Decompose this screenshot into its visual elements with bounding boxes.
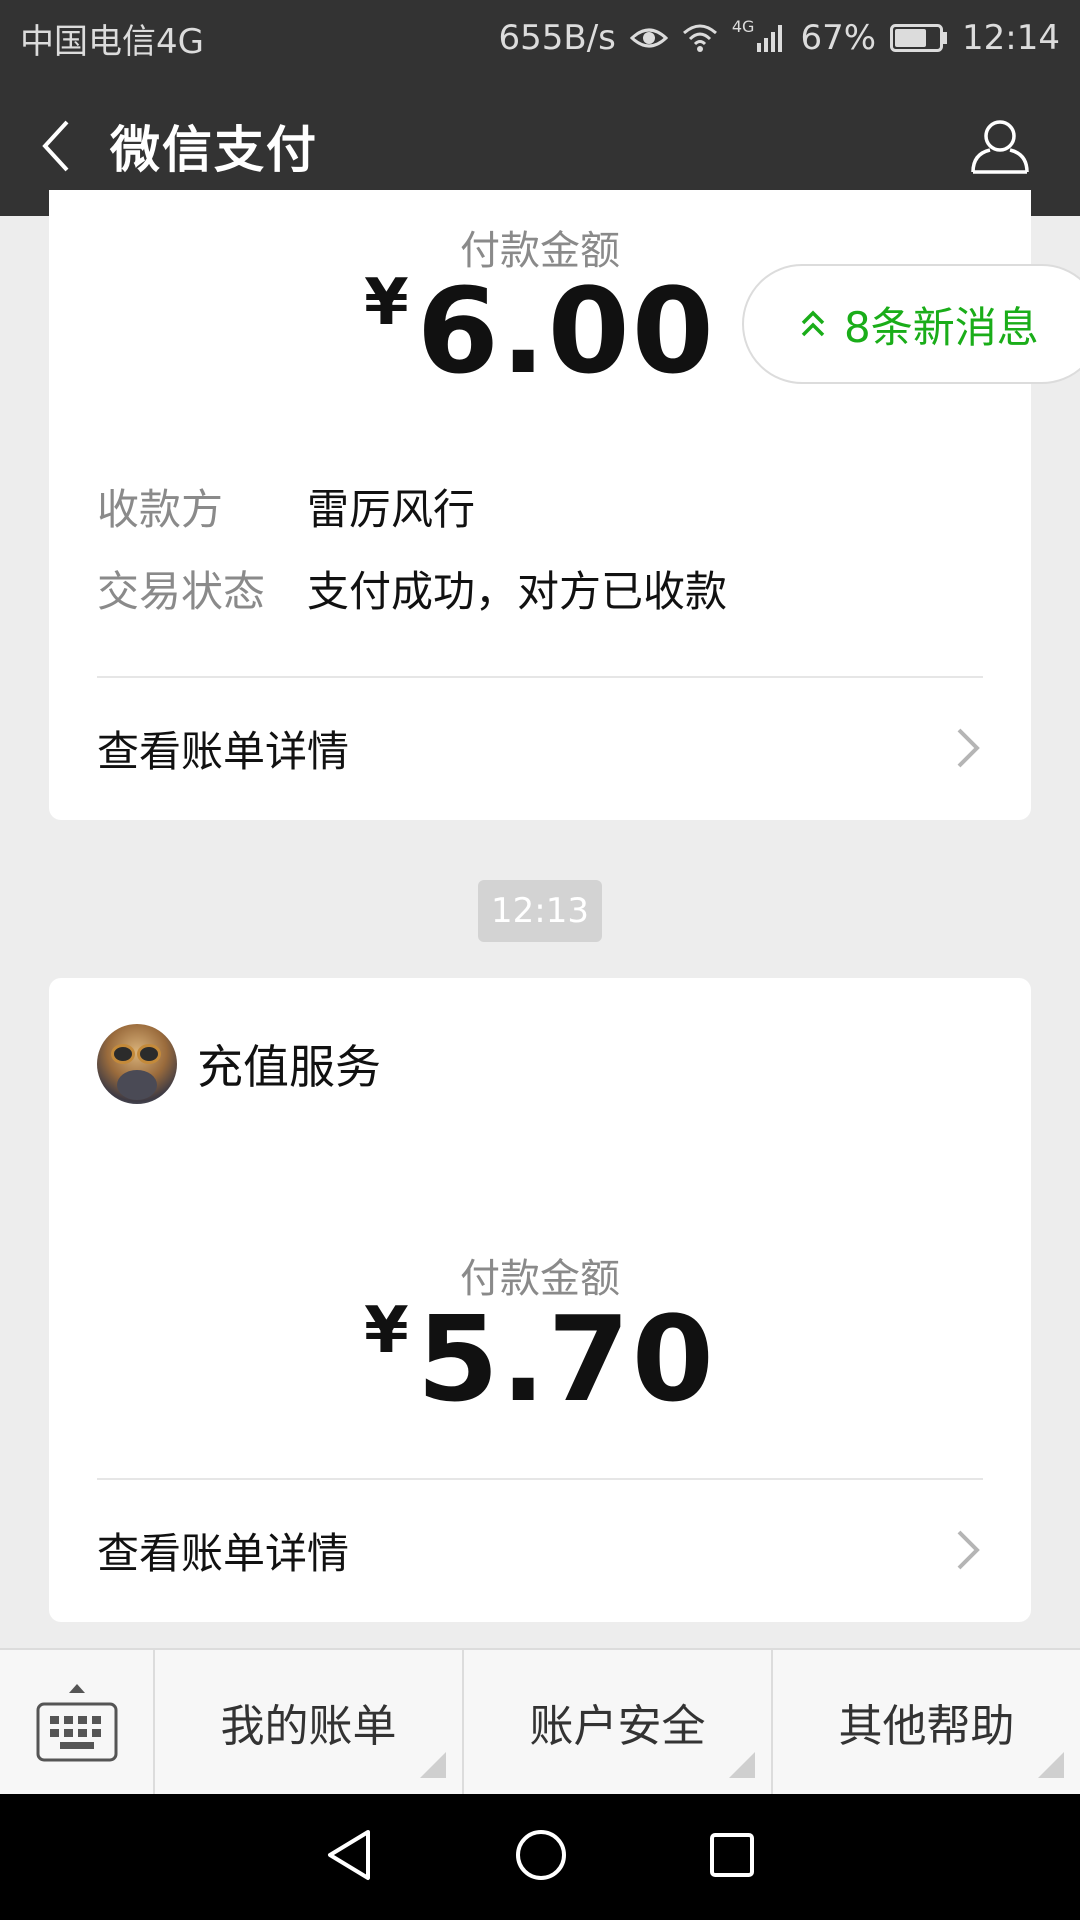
view-bill-details-link[interactable]: 查看账单详情 xyxy=(97,1480,983,1620)
payee-key: 收款方 xyxy=(97,485,224,534)
menu-my-bills-label: 我的账单 xyxy=(220,1701,397,1752)
menu-other-help-label: 其他帮助 xyxy=(838,1701,1015,1752)
payee-row: 收款方 雷厉风行 xyxy=(97,476,475,537)
caret-up-icon xyxy=(68,1684,85,1693)
payment-card-2: 充值服务 付款金额 ¥5.70 查看账单详情 xyxy=(49,978,1031,1622)
service-header: 充值服务 xyxy=(97,1024,381,1104)
payment-amount: ¥5.70 xyxy=(49,1290,1031,1428)
status-key: 交易状态 xyxy=(97,567,266,616)
page-title: 微信支付 xyxy=(110,121,318,179)
payee-value: 雷厉风行 xyxy=(307,485,476,534)
double-chevron-up-icon xyxy=(800,309,826,339)
view-bill-details-link[interactable]: 查看账单详情 xyxy=(97,678,983,818)
view-bill-details-label: 查看账单详情 xyxy=(97,726,350,776)
currency-symbol: ¥ xyxy=(364,1294,409,1368)
currency-symbol: ¥ xyxy=(364,266,409,340)
chevron-right-icon xyxy=(957,1530,980,1570)
menu-account-security[interactable]: 账户安全 xyxy=(464,1650,773,1794)
nav-back-button[interactable] xyxy=(324,1828,374,1886)
status-row: 交易状态 支付成功，对方已收款 xyxy=(97,558,727,619)
submenu-indicator-icon xyxy=(729,1752,755,1778)
amount-value: 6.00 xyxy=(416,262,716,400)
keyboard-toggle-button[interactable] xyxy=(0,1650,155,1794)
clock: 12:14 xyxy=(962,18,1060,58)
chevron-right-icon xyxy=(957,728,980,768)
keyboard-icon xyxy=(36,1702,117,1762)
battery-icon xyxy=(890,24,948,52)
service-name: 充值服务 xyxy=(197,1040,381,1094)
eye-icon xyxy=(629,24,668,52)
circle-home-icon xyxy=(516,1830,566,1880)
square-recents-icon xyxy=(710,1833,754,1877)
new-messages-button[interactable]: 8条新消息 xyxy=(742,264,1080,384)
menu-my-bills[interactable]: 我的账单 xyxy=(155,1650,464,1794)
new-messages-label: 8条新消息 xyxy=(844,302,1039,352)
carrier-label: 中国电信4G xyxy=(20,21,204,62)
network-type: 4G xyxy=(731,16,755,36)
battery-percent: 67% xyxy=(800,18,877,58)
avatar[interactable] xyxy=(97,1024,177,1104)
submenu-indicator-icon xyxy=(1038,1752,1064,1778)
wechat-pay-chat: 中国电信4G 655B/s 4G 67% 12:14 微信支付 付款金额 ¥6.… xyxy=(0,0,1080,1920)
nav-home-button[interactable] xyxy=(514,1828,568,1886)
status-value: 支付成功，对方已收款 xyxy=(307,567,728,616)
view-bill-details-label: 查看账单详情 xyxy=(97,1528,350,1578)
profile-button[interactable] xyxy=(960,106,1040,186)
triangle-back-icon xyxy=(328,1830,370,1880)
nav-recents-button[interactable] xyxy=(708,1831,756,1883)
menu-account-security-label: 账户安全 xyxy=(529,1701,706,1752)
timestamp: 12:13 xyxy=(478,880,602,942)
bottom-menu: 我的账单 账户安全 其他帮助 xyxy=(0,1648,1080,1794)
system-nav-bar xyxy=(0,1794,1080,1920)
status-icons: 655B/s 4G 67% 12:14 xyxy=(498,17,1060,59)
menu-other-help[interactable]: 其他帮助 xyxy=(773,1650,1080,1794)
wifi-icon xyxy=(682,23,718,53)
signal-icon: 4G xyxy=(732,17,787,53)
chevron-left-icon xyxy=(42,120,69,172)
network-speed: 655B/s xyxy=(498,18,616,58)
status-bar: 中国电信4G 655B/s 4G 67% 12:14 xyxy=(0,0,1080,76)
submenu-indicator-icon xyxy=(420,1752,446,1778)
person-icon xyxy=(971,120,1029,174)
amount-value: 5.70 xyxy=(416,1290,716,1428)
